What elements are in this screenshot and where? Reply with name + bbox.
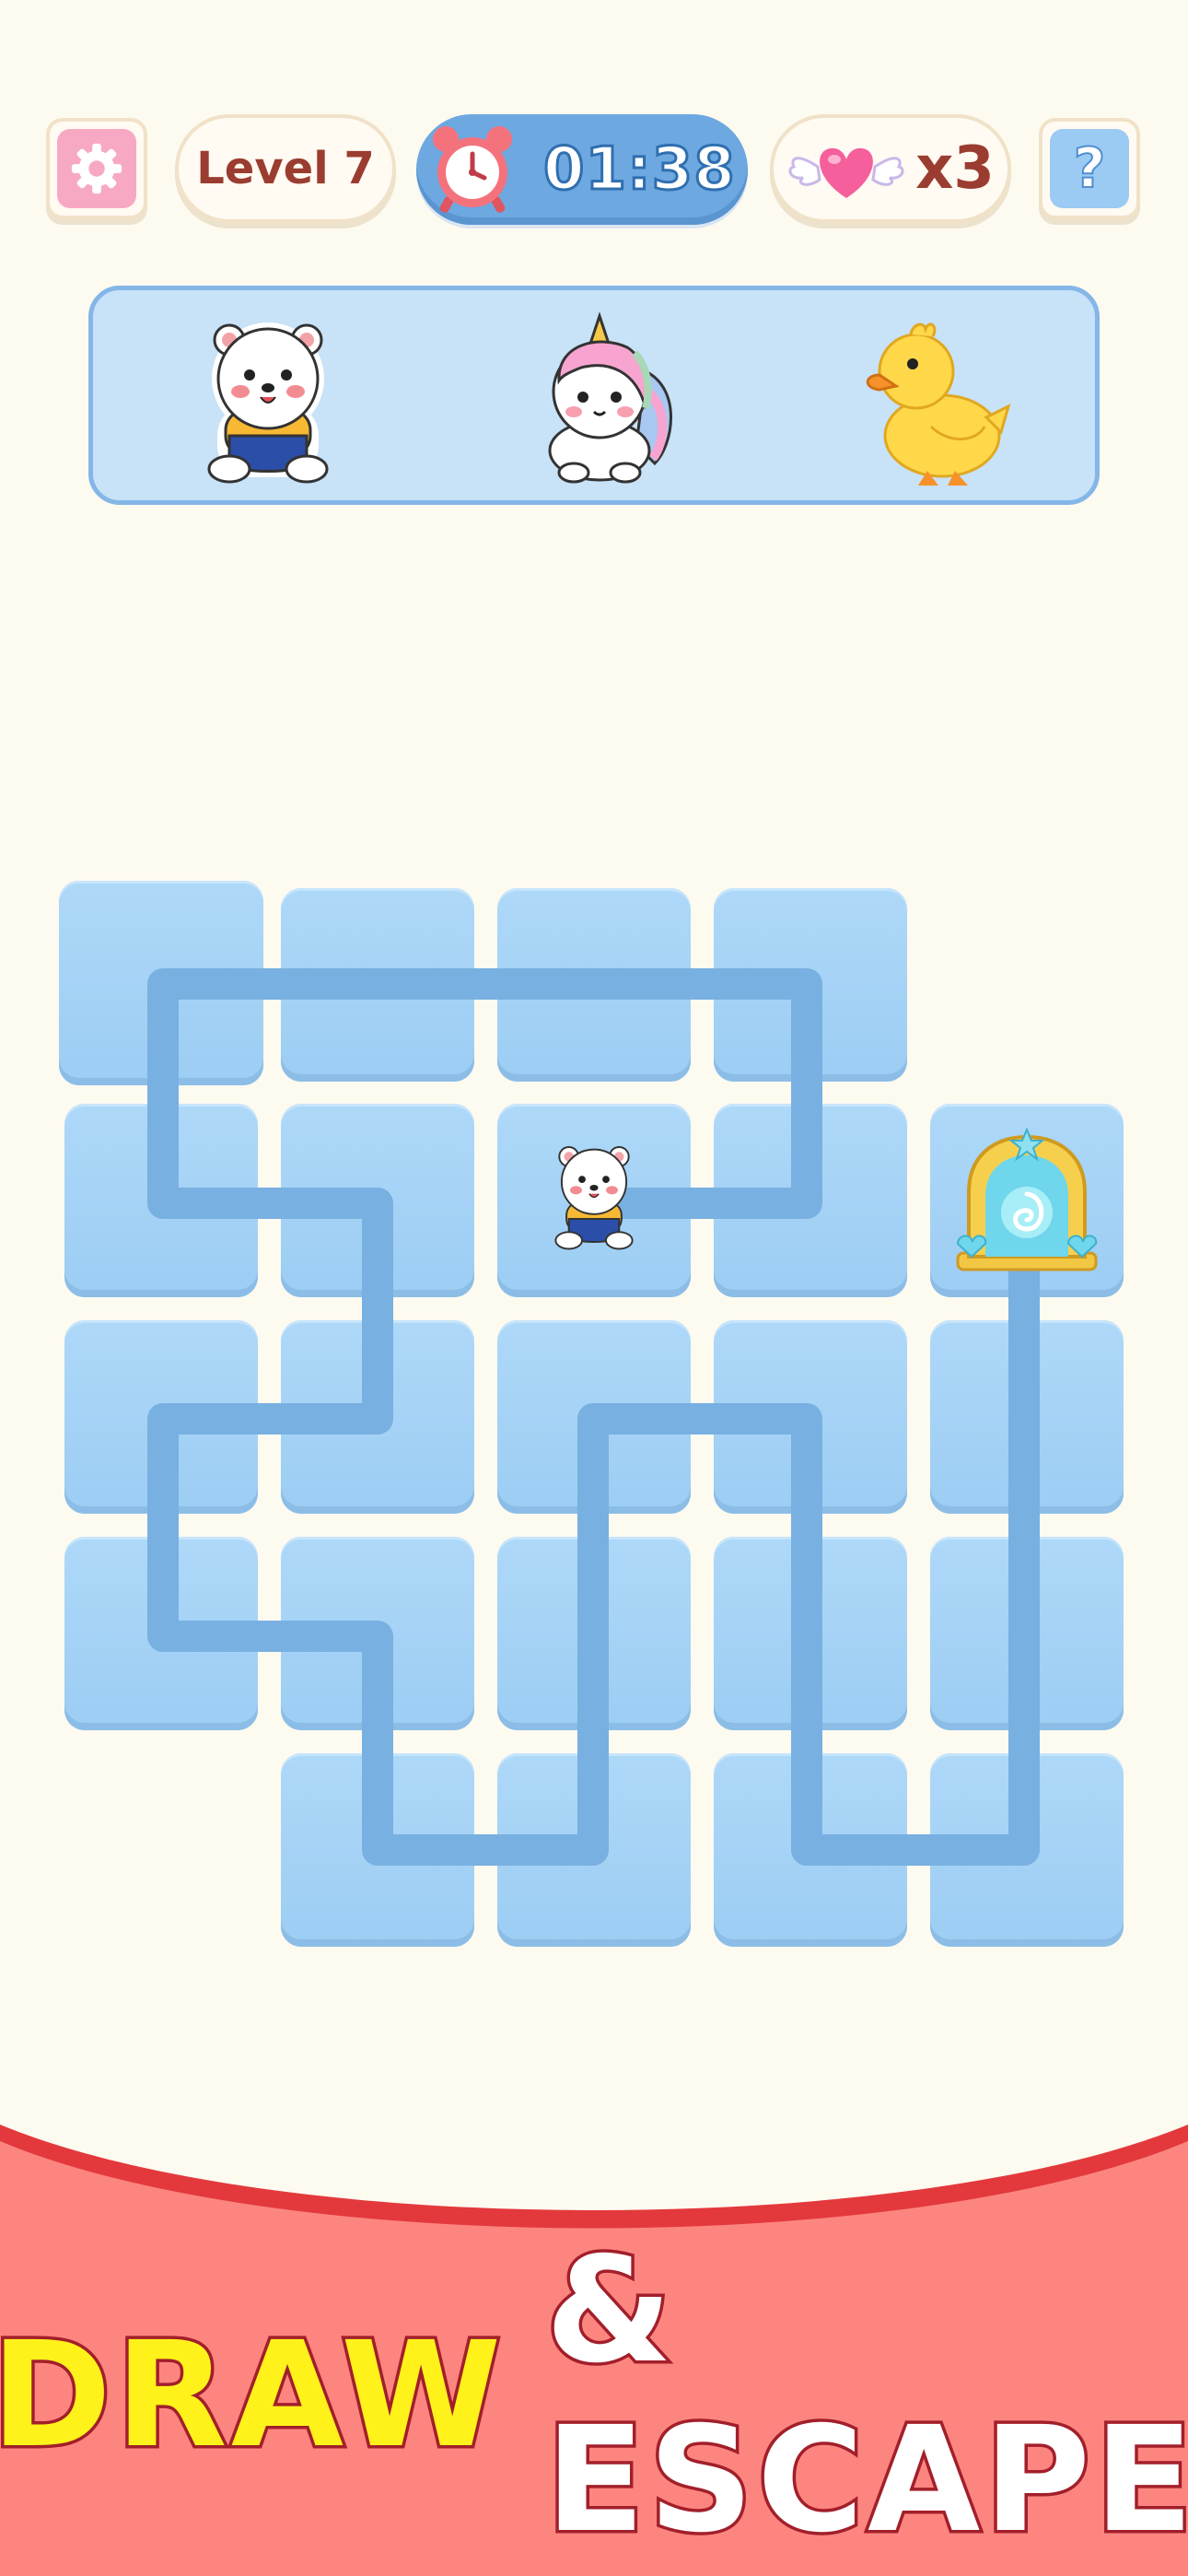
player-bear-icon[interactable] — [534, 1126, 654, 1264]
banner-title: DRAW & ESCAPE — [0, 2223, 1188, 2569]
portal-gate-icon[interactable] — [949, 1128, 1105, 1275]
title-draw: DRAW — [0, 2308, 506, 2484]
title-escape: & ESCAPE — [542, 2223, 1188, 2569]
